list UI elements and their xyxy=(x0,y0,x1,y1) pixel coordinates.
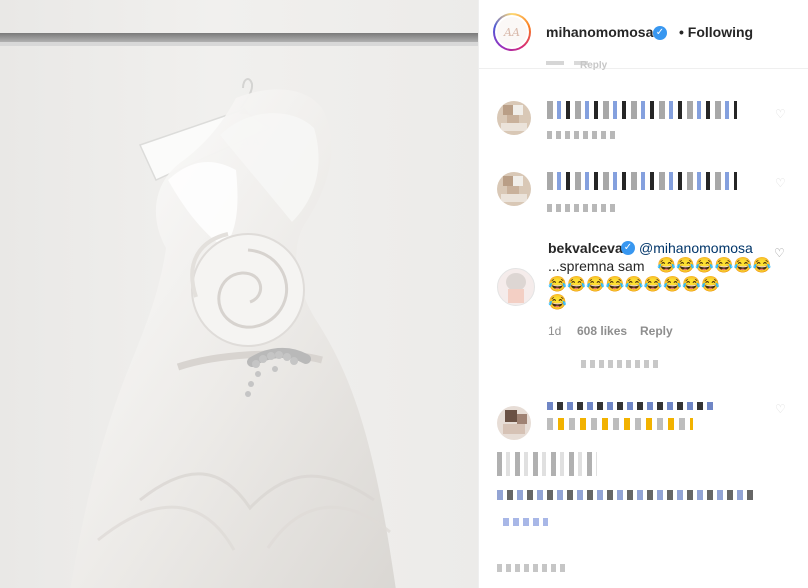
comment-age[interactable]: 1d xyxy=(548,324,561,338)
comment-bekvalceva: bekvalceva ✓ @mihanomomosa ...spremna sa… xyxy=(479,230,808,345)
reply-link[interactable]: Reply xyxy=(580,61,607,71)
emoji-line-3: 😂 xyxy=(548,294,568,311)
blurred-comment-5 xyxy=(497,490,755,500)
comment-panel: AA mihanomomosa ✓ • Following Reply ♡ ♡ … xyxy=(478,0,808,588)
profile-avatar[interactable]: AA xyxy=(493,13,531,51)
heart-icon[interactable]: ♡ xyxy=(775,403,786,415)
post-header: AA mihanomomosa ✓ • Following xyxy=(479,0,808,69)
mention-link[interactable]: @mihanomomosa xyxy=(639,240,753,256)
avatar-monogram: AA xyxy=(497,17,527,47)
emoji-line-2: 😂😂😂😂😂😂😂😂😂 xyxy=(548,276,721,293)
post-image: A A xyxy=(0,0,478,588)
heart-icon[interactable]: ♡ xyxy=(774,247,785,259)
emoji-line-1: 😂😂😂😂😂😂 xyxy=(657,257,773,274)
verified-icon: ✓ xyxy=(653,26,667,40)
commenter-avatar[interactable] xyxy=(497,172,531,206)
blurred-comment-text xyxy=(547,101,737,119)
profile-username[interactable]: mihanomomosa xyxy=(546,24,653,40)
blurred-emoji xyxy=(547,418,693,430)
heart-icon[interactable]: ♡ xyxy=(775,108,786,120)
blurred-comment-1: ♡ xyxy=(479,95,808,155)
wedding-dress xyxy=(70,89,396,588)
blurred-comment-6 xyxy=(503,518,548,526)
blurred-meta xyxy=(547,131,617,139)
rail-shine xyxy=(0,42,478,46)
verified-icon: ✓ xyxy=(621,241,635,255)
blurred-comment-4 xyxy=(497,452,597,476)
view-replies-blurred[interactable] xyxy=(581,360,661,368)
avatar-frame: AA xyxy=(495,15,529,49)
blurred-meta xyxy=(547,204,617,212)
previous-comment-stub: Reply xyxy=(546,61,626,71)
blurred-comment-2: ♡ xyxy=(479,170,808,230)
blurred-comment-text xyxy=(547,172,737,190)
heart-icon[interactable]: ♡ xyxy=(775,177,786,189)
commenter-avatar[interactable] xyxy=(497,101,531,135)
blurred-comment-3: ♡ xyxy=(479,402,808,442)
blurred-comment-7 xyxy=(497,564,567,572)
comment-text: ...spremna sam xyxy=(548,258,645,274)
commenter-username[interactable]: bekvalceva xyxy=(548,240,623,256)
commenter-avatar[interactable] xyxy=(497,406,531,440)
reply-button[interactable]: Reply xyxy=(640,324,673,338)
following-status[interactable]: • Following xyxy=(679,24,753,40)
comment-likes[interactable]: 608 likes xyxy=(577,324,627,338)
commenter-avatar[interactable] xyxy=(497,268,535,306)
blurred-comment-text xyxy=(547,402,717,410)
